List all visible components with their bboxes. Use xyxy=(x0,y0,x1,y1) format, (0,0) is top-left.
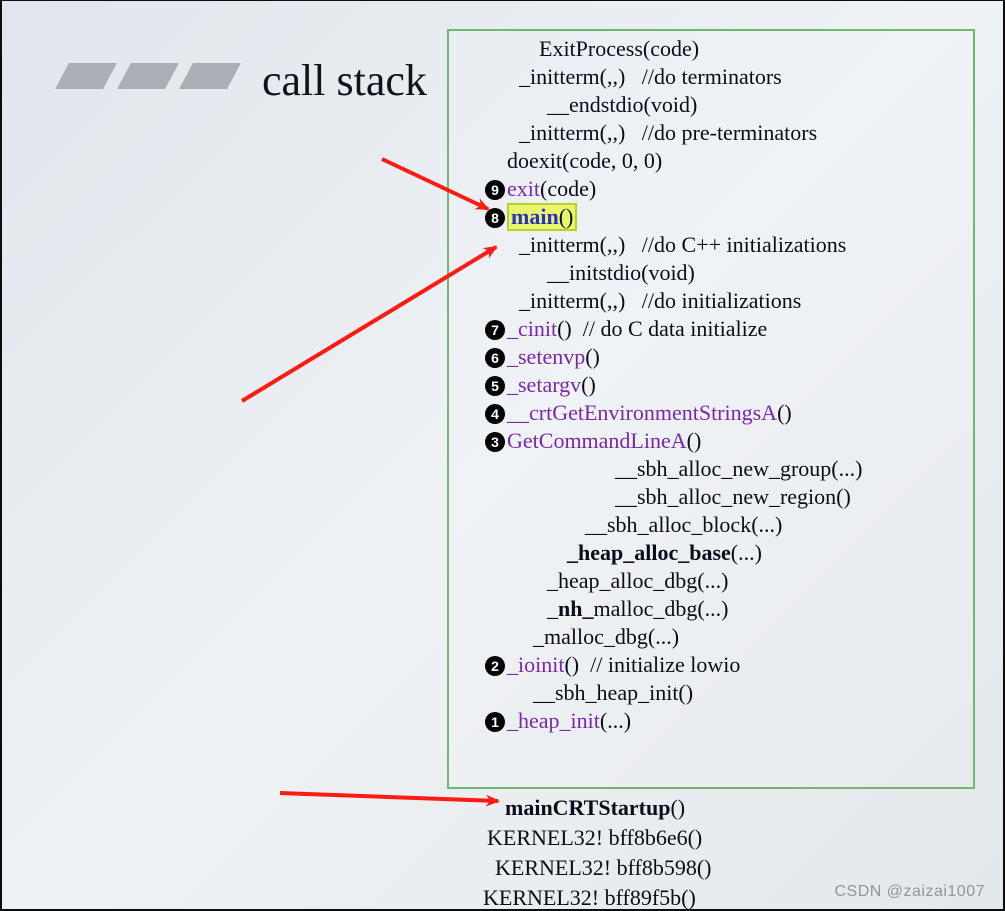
stack-row: _initterm(,,) //do pre-terminators xyxy=(455,119,971,147)
stack-row: _nh_malloc_dbg(...) xyxy=(455,595,971,623)
code-text: _heap_alloc_dbg(...) xyxy=(547,568,728,593)
watermark-text: CSDN @zaizai1007 xyxy=(834,883,985,901)
stack-row: __sbh_alloc_block(...) xyxy=(455,511,971,539)
code-text: malloc_dbg(...) xyxy=(593,596,728,621)
stack-row: 6_setenvp() xyxy=(455,343,971,371)
bar-icon xyxy=(55,63,117,89)
code-text: _ xyxy=(547,596,558,621)
code-text: main xyxy=(511,204,559,229)
code-text: __sbh_alloc_block(...) xyxy=(585,512,782,537)
code-text: () xyxy=(585,344,600,369)
code-text: __sbh_alloc_new_group(...) xyxy=(615,456,862,481)
code-text: _cinit xyxy=(507,316,557,341)
call-stack-box: ExitProcess(code) _initterm(,,) //do term… xyxy=(447,29,975,789)
code-text: () xyxy=(581,372,596,397)
stack-row: 5_setargv() xyxy=(455,371,971,399)
code-text: __sbh_heap_init() xyxy=(533,680,693,705)
code-text: (...) xyxy=(600,708,631,733)
code-text: mainCRTStartup xyxy=(505,795,670,820)
code-text: __sbh_alloc_new_region() xyxy=(615,484,851,509)
stack-row: 3GetCommandLineA() xyxy=(455,427,971,455)
code-text: () xyxy=(559,204,574,229)
code-text: (...) xyxy=(731,540,762,565)
code-text: KERNEL32! bff8b6e6() xyxy=(487,825,702,850)
stack-row: __sbh_heap_init() xyxy=(455,679,971,707)
stack-row: KERNEL32! bff89f5b() xyxy=(447,883,712,911)
code-text: () // initialize lowio xyxy=(564,652,740,677)
step-badge: 7 xyxy=(485,320,505,340)
stack-row: KERNEL32! bff8b598() xyxy=(447,853,712,883)
code-text: _setenvp xyxy=(507,344,585,369)
stack-row: __sbh_alloc_new_region() xyxy=(455,483,971,511)
code-text: KERNEL32! bff89f5b() xyxy=(483,885,696,910)
code-text: () xyxy=(777,400,792,425)
code-text: _initterm(,,) //do pre-terminators xyxy=(519,120,817,145)
stack-row: 8main() xyxy=(455,203,971,231)
code-text: _ xyxy=(567,540,578,565)
stack-row: _initterm(,,) //do terminators xyxy=(455,63,971,91)
step-badge: 5 xyxy=(485,376,505,396)
code-text: _ioinit xyxy=(507,652,564,677)
stack-row: KERNEL32! bff8b6e6() xyxy=(447,823,712,853)
stack-row: __sbh_alloc_new_group(...) xyxy=(455,455,971,483)
code-text: (code) xyxy=(540,176,596,201)
code-text: () xyxy=(670,795,685,820)
bar-icon xyxy=(117,63,179,89)
diagram-page: call stack ExitProcess(code) _initterm(,,… xyxy=(0,0,1005,911)
step-badge: 6 xyxy=(485,348,505,368)
code-text: KERNEL32! bff8b598() xyxy=(495,855,712,880)
below-stack-lines: mainCRTStartup()KERNEL32! bff8b6e6()KERN… xyxy=(447,793,712,911)
stack-row: __initstdio(void) xyxy=(455,259,971,287)
code-text: __initstdio(void) xyxy=(547,260,695,285)
code-text: () // do C data initialize xyxy=(557,316,767,341)
code-text: _setargv xyxy=(507,372,581,397)
code-text: () xyxy=(687,428,702,453)
stack-row: _heap_alloc_dbg(...) xyxy=(455,567,971,595)
code-text: __crtGetEnvironmentStringsA xyxy=(507,400,777,425)
step-badge: 1 xyxy=(485,712,505,732)
decorative-bars xyxy=(62,63,234,89)
code-text: __endstdio(void) xyxy=(547,92,697,117)
code-text: exit xyxy=(507,176,540,201)
code-text: _initterm(,,) //do C++ initializations xyxy=(519,232,846,257)
code-text: doexit(code, 0, 0) xyxy=(507,148,662,173)
stack-row: 2_ioinit() // initialize lowio xyxy=(455,651,971,679)
code-text: _heap_init xyxy=(507,708,600,733)
code-text: _malloc_dbg(...) xyxy=(533,624,679,649)
step-badge: 2 xyxy=(485,656,505,676)
stack-row: _malloc_dbg(...) xyxy=(455,623,971,651)
code-text: nh_ xyxy=(558,596,593,621)
stack-row: 7_cinit() // do C data initialize xyxy=(455,315,971,343)
stack-row: 1_heap_init(...) xyxy=(455,707,971,735)
step-badge: 8 xyxy=(485,208,505,228)
stack-row: __endstdio(void) xyxy=(455,91,971,119)
stack-row: 4__crtGetEnvironmentStringsA() xyxy=(455,399,971,427)
code-text: GetCommandLineA xyxy=(507,428,687,453)
step-badge: 3 xyxy=(485,432,505,452)
code-text: _initterm(,,) //do terminators xyxy=(519,64,782,89)
code-text: heap_alloc_base xyxy=(578,540,731,565)
stack-row: doexit(code, 0, 0) xyxy=(455,147,971,175)
stack-row: _initterm(,,) //do C++ initializations xyxy=(455,231,971,259)
bar-icon xyxy=(179,63,241,89)
step-badge: 9 xyxy=(485,180,505,200)
code-text: ExitProcess(code) xyxy=(539,36,699,61)
page-title: call stack xyxy=(262,55,427,106)
stack-row: mainCRTStartup() xyxy=(447,793,712,823)
stack-row: ExitProcess(code) xyxy=(455,35,971,63)
stack-row: 9exit(code) xyxy=(455,175,971,203)
step-badge: 4 xyxy=(485,404,505,424)
code-text: _initterm(,,) //do initializations xyxy=(519,288,801,313)
highlight-main: main() xyxy=(507,203,577,231)
stack-row: _heap_alloc_base(...) xyxy=(455,539,971,567)
stack-row: _initterm(,,) //do initializations xyxy=(455,287,971,315)
